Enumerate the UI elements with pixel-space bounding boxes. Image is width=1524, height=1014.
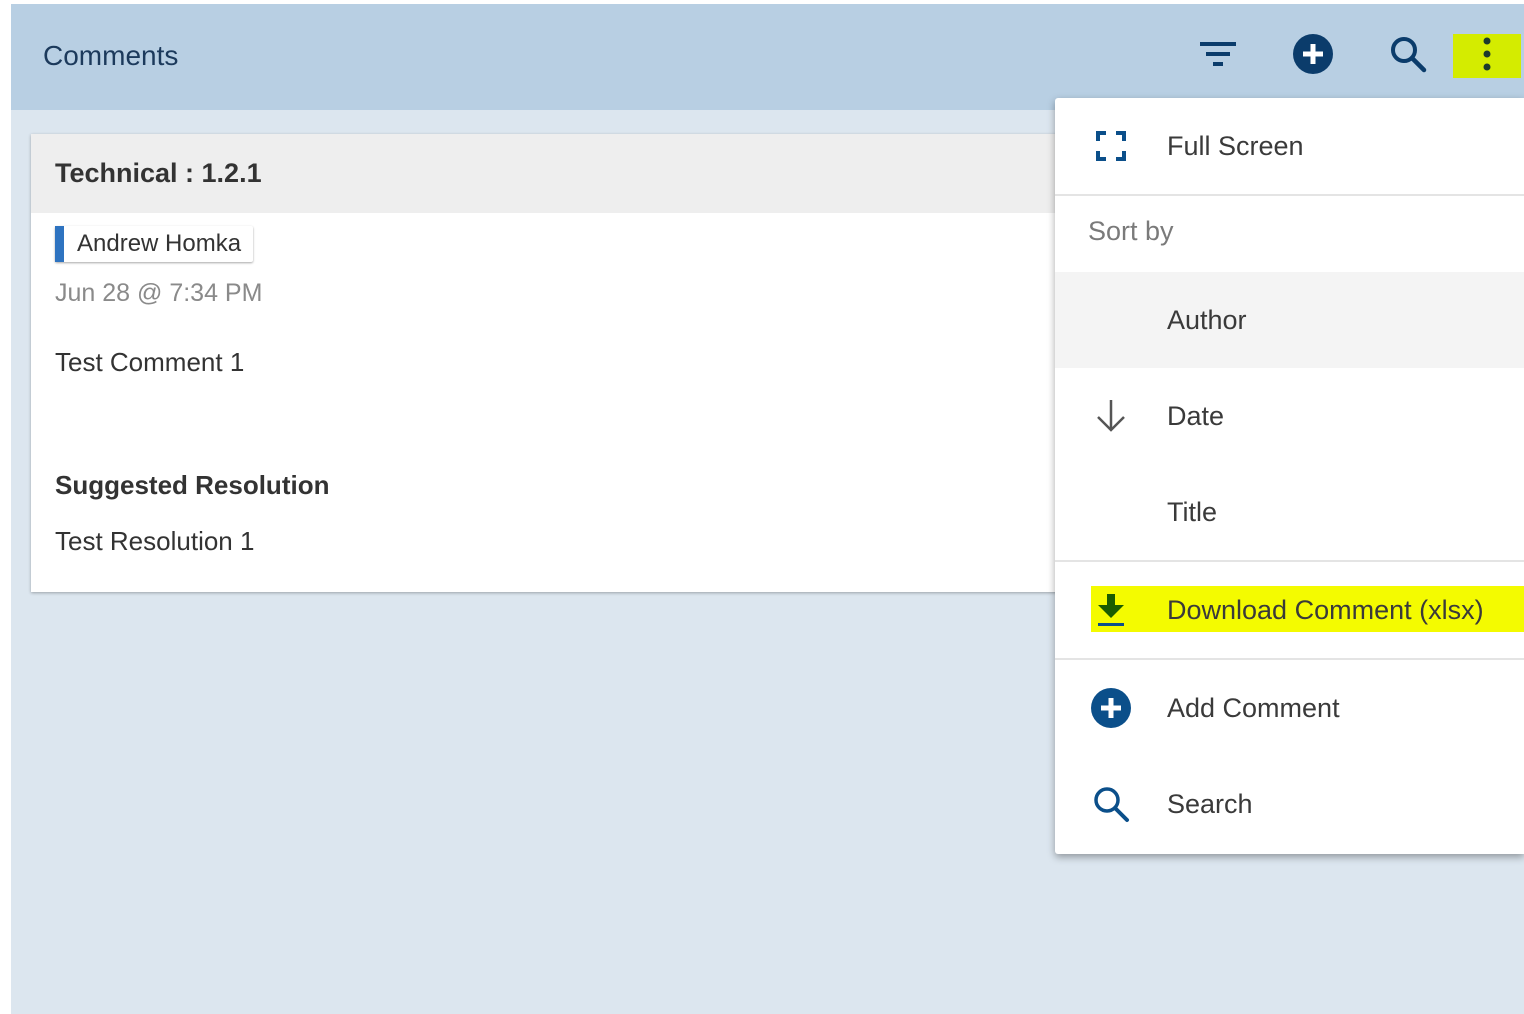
add-circle-icon xyxy=(1291,32,1335,81)
add-comment-button[interactable] xyxy=(1288,32,1338,81)
author-chip: Andrew Homka xyxy=(55,226,254,262)
download-icon xyxy=(1085,584,1137,636)
comment-text: Test Comment 1 xyxy=(55,347,245,377)
menu-label-add-comment: Add Comment xyxy=(1167,692,1340,723)
menu-item-download-comment[interactable]: Download Comment (xlsx) xyxy=(1055,562,1524,658)
menu-item-search[interactable]: Search xyxy=(1055,756,1524,852)
more-vertical-icon xyxy=(1481,36,1493,77)
arrow-down-icon xyxy=(1085,390,1137,442)
card-title: Technical : 1.2.1 xyxy=(55,158,262,188)
search-icon xyxy=(1388,34,1428,79)
add-circle-icon xyxy=(1085,682,1137,734)
fullscreen-icon xyxy=(1085,120,1137,172)
sort-option-title[interactable]: Title xyxy=(1055,464,1524,560)
comment-timestamp: Jun 28 @ 7:34 PM xyxy=(55,279,263,307)
search-button[interactable] xyxy=(1383,34,1433,78)
more-options-button[interactable] xyxy=(1453,34,1521,78)
sort-by-label: Sort by xyxy=(1088,216,1174,246)
search-icon xyxy=(1085,778,1137,830)
card-header: Technical : 1.2.1 xyxy=(31,134,1071,213)
sort-label-author: Author xyxy=(1167,304,1247,335)
sort-label-date: Date xyxy=(1167,400,1225,431)
sort-label-title: Title xyxy=(1167,496,1218,527)
menu-item-add-comment[interactable]: Add Comment xyxy=(1055,660,1524,756)
comment-card[interactable]: Technical : 1.2.1 Andrew Homka Jun 28 @ … xyxy=(31,134,1071,592)
resolution-text: Test Resolution 1 xyxy=(55,526,255,556)
sort-option-date[interactable]: Date xyxy=(1055,368,1524,464)
menu-item-full-screen[interactable]: Full Screen xyxy=(1055,98,1524,194)
options-menu: Full Screen Sort by Author Date Title Do… xyxy=(1055,98,1524,854)
menu-label-download-comment: Download Comment (xlsx) xyxy=(1167,594,1484,625)
menu-label-search: Search xyxy=(1167,788,1253,819)
menu-divider xyxy=(1055,194,1524,196)
filter-button[interactable] xyxy=(1193,34,1243,78)
resolution-heading: Suggested Resolution xyxy=(55,470,330,500)
panel-title: Comments xyxy=(43,40,179,71)
sort-option-author[interactable]: Author xyxy=(1055,272,1524,368)
menu-label-full-screen: Full Screen xyxy=(1167,130,1304,161)
filter-icon xyxy=(1198,38,1238,75)
panel-header: Comments xyxy=(11,4,1524,110)
